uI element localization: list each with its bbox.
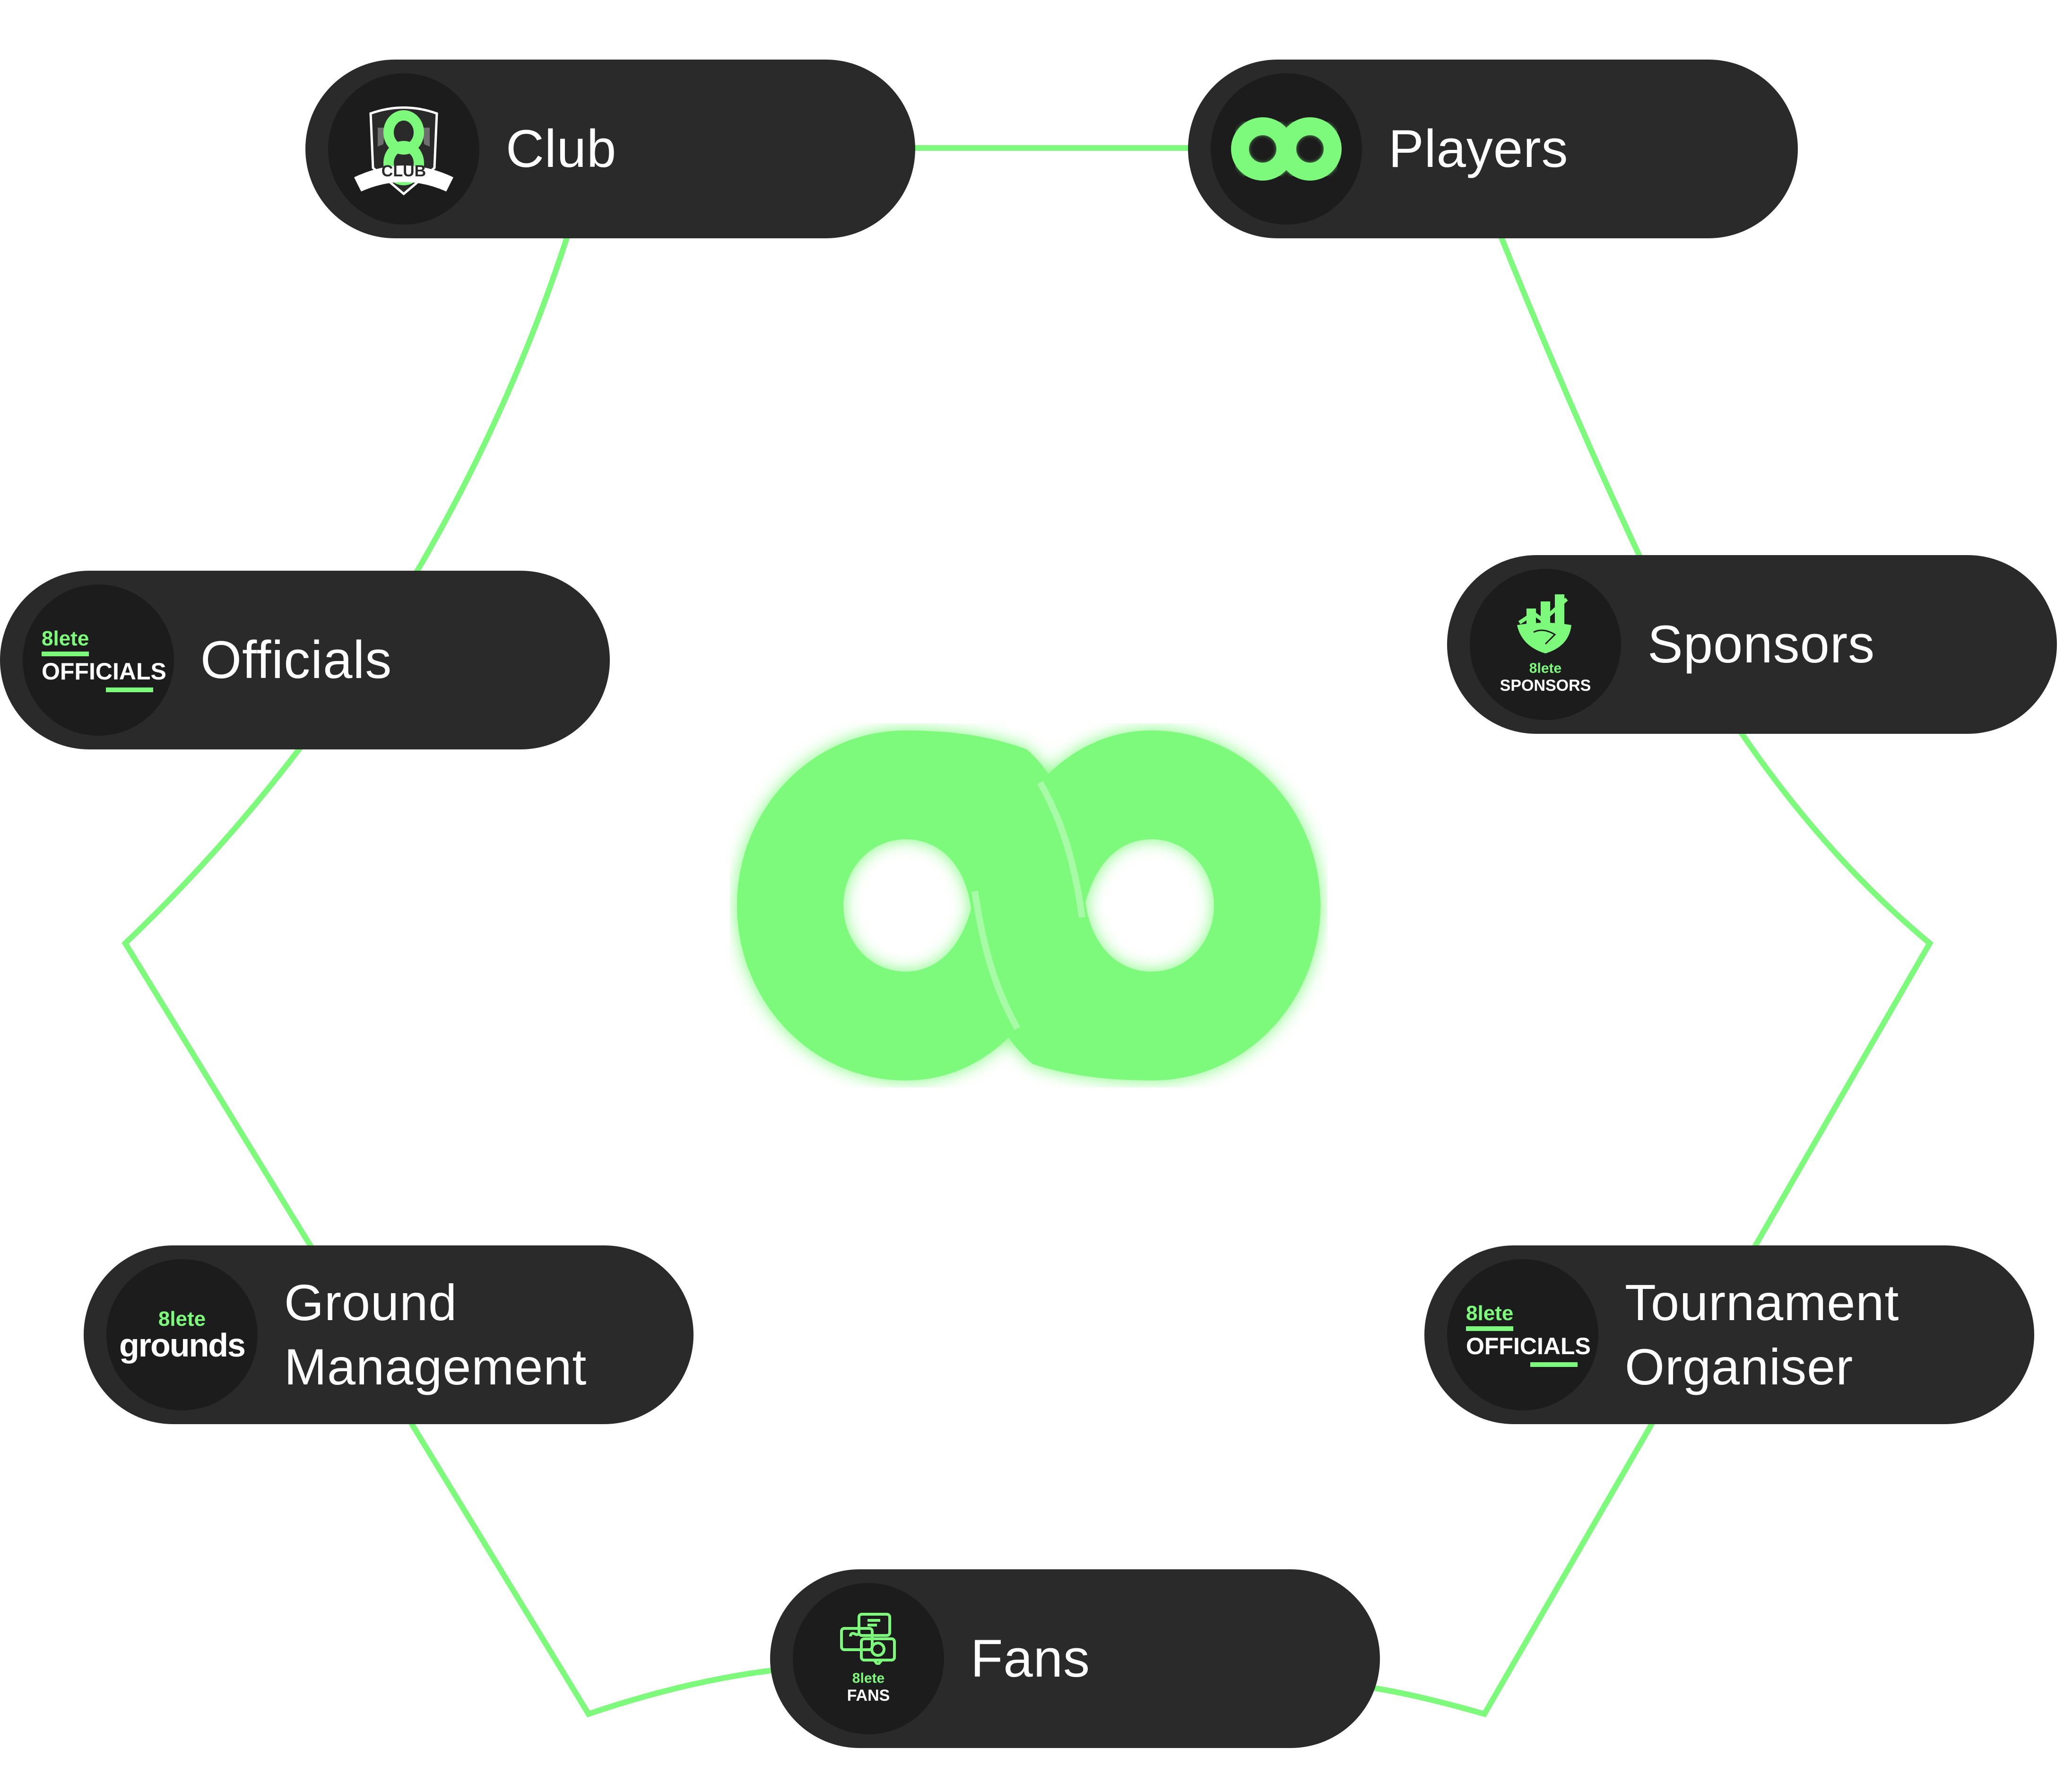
- edge-ground-officials: [121, 743, 315, 1250]
- badge-brand: 8lete: [1529, 660, 1562, 676]
- badge-brand: 8lete: [42, 627, 89, 650]
- handshake-chart-icon: [1517, 594, 1571, 653]
- infinity-logo-icon: [737, 731, 1320, 1080]
- infinity-icon: [1231, 117, 1342, 181]
- players-badge: [1211, 73, 1362, 225]
- club-shield-icon: [354, 106, 453, 196]
- divider: [42, 652, 89, 656]
- grounds-badge: 8lete grounds: [106, 1259, 258, 1410]
- badge-text: OFFICIALS: [1466, 1333, 1591, 1359]
- label-line: Ground: [284, 1274, 458, 1331]
- node-label: Players: [1388, 119, 1569, 178]
- node-label: Club: [506, 119, 617, 178]
- label-line: Organiser: [1625, 1338, 1854, 1395]
- badge-text: grounds: [119, 1327, 246, 1364]
- node-label: Tournament Organiser: [1625, 1270, 1899, 1399]
- node-ground-management[interactable]: 8lete grounds Ground Management: [84, 1245, 694, 1424]
- node-label: Fans: [971, 1628, 1090, 1688]
- divider: [106, 687, 153, 692]
- badge-text: FANS: [847, 1686, 890, 1705]
- chat-bubbles-icon: [840, 1612, 896, 1665]
- badge-text: SPONSORS: [1500, 676, 1591, 695]
- officials-badge: 8lete OFFICIALS: [1447, 1259, 1598, 1410]
- node-players[interactable]: Players: [1188, 60, 1798, 238]
- node-label: Officials: [200, 630, 392, 689]
- node-label: Ground Management: [284, 1270, 587, 1399]
- edge-officials-club: [413, 235, 570, 575]
- edge-sponsors-tournament: [1737, 729, 1934, 1250]
- fans-badge: 8lete FANS: [793, 1583, 944, 1734]
- divider: [1530, 1362, 1578, 1367]
- edge-players-sponsors: [1498, 235, 1643, 559]
- badge-brand: 8lete: [1466, 1302, 1514, 1325]
- divider: [1466, 1326, 1513, 1331]
- officials-badge: 8lete OFFICIALS: [23, 584, 174, 736]
- label-line: Management: [284, 1338, 587, 1395]
- club-badge: CLUB: [328, 73, 479, 225]
- badge-brand: 8lete: [852, 1670, 885, 1686]
- node-label: Sponsors: [1648, 614, 1875, 674]
- node-tournament-organiser[interactable]: 8lete OFFICIALS Tournament Organiser: [1424, 1245, 2034, 1424]
- label-line: Tournament: [1625, 1274, 1899, 1331]
- node-officials[interactable]: 8lete OFFICIALS Officials: [0, 571, 610, 749]
- club-badge-text: CLUB: [381, 162, 426, 180]
- edge-fans-ground: [408, 1421, 776, 1718]
- sponsors-badge: 8lete SPONSORS: [1470, 569, 1621, 720]
- edge-tournament-fans: [1373, 1422, 1655, 1718]
- node-fans[interactable]: 8lete FANS Fans: [770, 1569, 1380, 1748]
- node-sponsors[interactable]: 8lete SPONSORS Sponsors: [1447, 555, 2057, 734]
- node-club[interactable]: CLUB Club: [305, 60, 915, 238]
- badge-text: OFFICIALS: [42, 658, 166, 685]
